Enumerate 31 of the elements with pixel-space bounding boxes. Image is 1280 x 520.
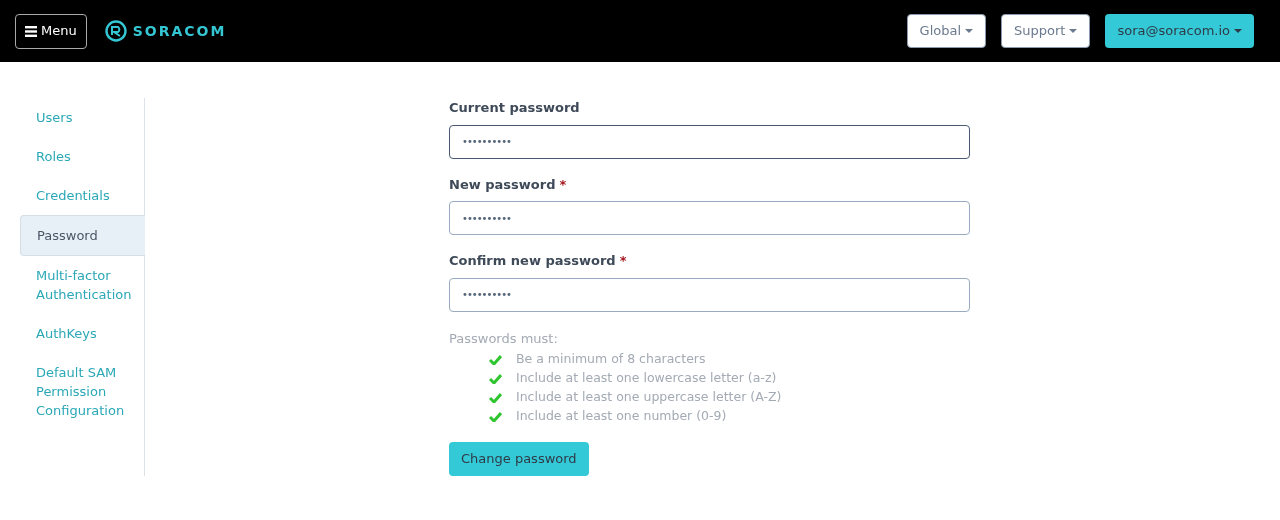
logo-icon xyxy=(104,20,127,42)
sidebar-item[interactable]: Password xyxy=(20,215,145,256)
required-mark: * xyxy=(559,176,567,192)
sidebar-item[interactable]: Roles xyxy=(20,137,144,176)
sidebar-item[interactable]: Credentials xyxy=(20,176,144,215)
sidebar-item[interactable]: Default SAM Permission Configuration xyxy=(20,353,144,430)
account-dropdown[interactable]: sora@soracom.io xyxy=(1105,14,1254,48)
password-field[interactable]: •••••••••• xyxy=(449,277,970,312)
logo-text: SORACOM xyxy=(132,21,227,41)
dropdown-button[interactable]: Global xyxy=(906,14,987,48)
rule-text: Be a minimum of 8 characters xyxy=(516,350,706,369)
field-label: New password xyxy=(449,176,556,192)
password-field[interactable]: •••••••••• xyxy=(449,201,970,235)
rule-text: Include at least one number (0-9) xyxy=(516,407,727,426)
caret-icon xyxy=(965,29,974,33)
sidebar-item[interactable]: AuthKeys xyxy=(20,314,144,353)
rule-text: Include at least one lowercase letter (a-z) xyxy=(516,369,777,388)
rules-title: Passwords must: xyxy=(449,329,559,348)
required-mark: * xyxy=(619,253,627,268)
field-label: Confirm new password xyxy=(449,253,616,268)
field-label: Current password xyxy=(449,99,581,117)
change-password-button[interactable]: Change password xyxy=(449,442,589,476)
sidebar-item[interactable]: Multi-factor Authentication xyxy=(20,256,144,314)
caret-icon xyxy=(1069,29,1078,33)
menu-icon xyxy=(25,25,37,37)
password-field[interactable]: •••••••••• xyxy=(449,124,970,159)
caret-icon xyxy=(1234,29,1242,33)
dropdown-button[interactable]: Support xyxy=(1001,14,1091,48)
sidebar-item[interactable]: Users xyxy=(20,98,144,137)
rule-text: Include at least one uppercase letter (A-Z) xyxy=(516,388,782,407)
menu-button[interactable]: Menu xyxy=(15,13,87,49)
